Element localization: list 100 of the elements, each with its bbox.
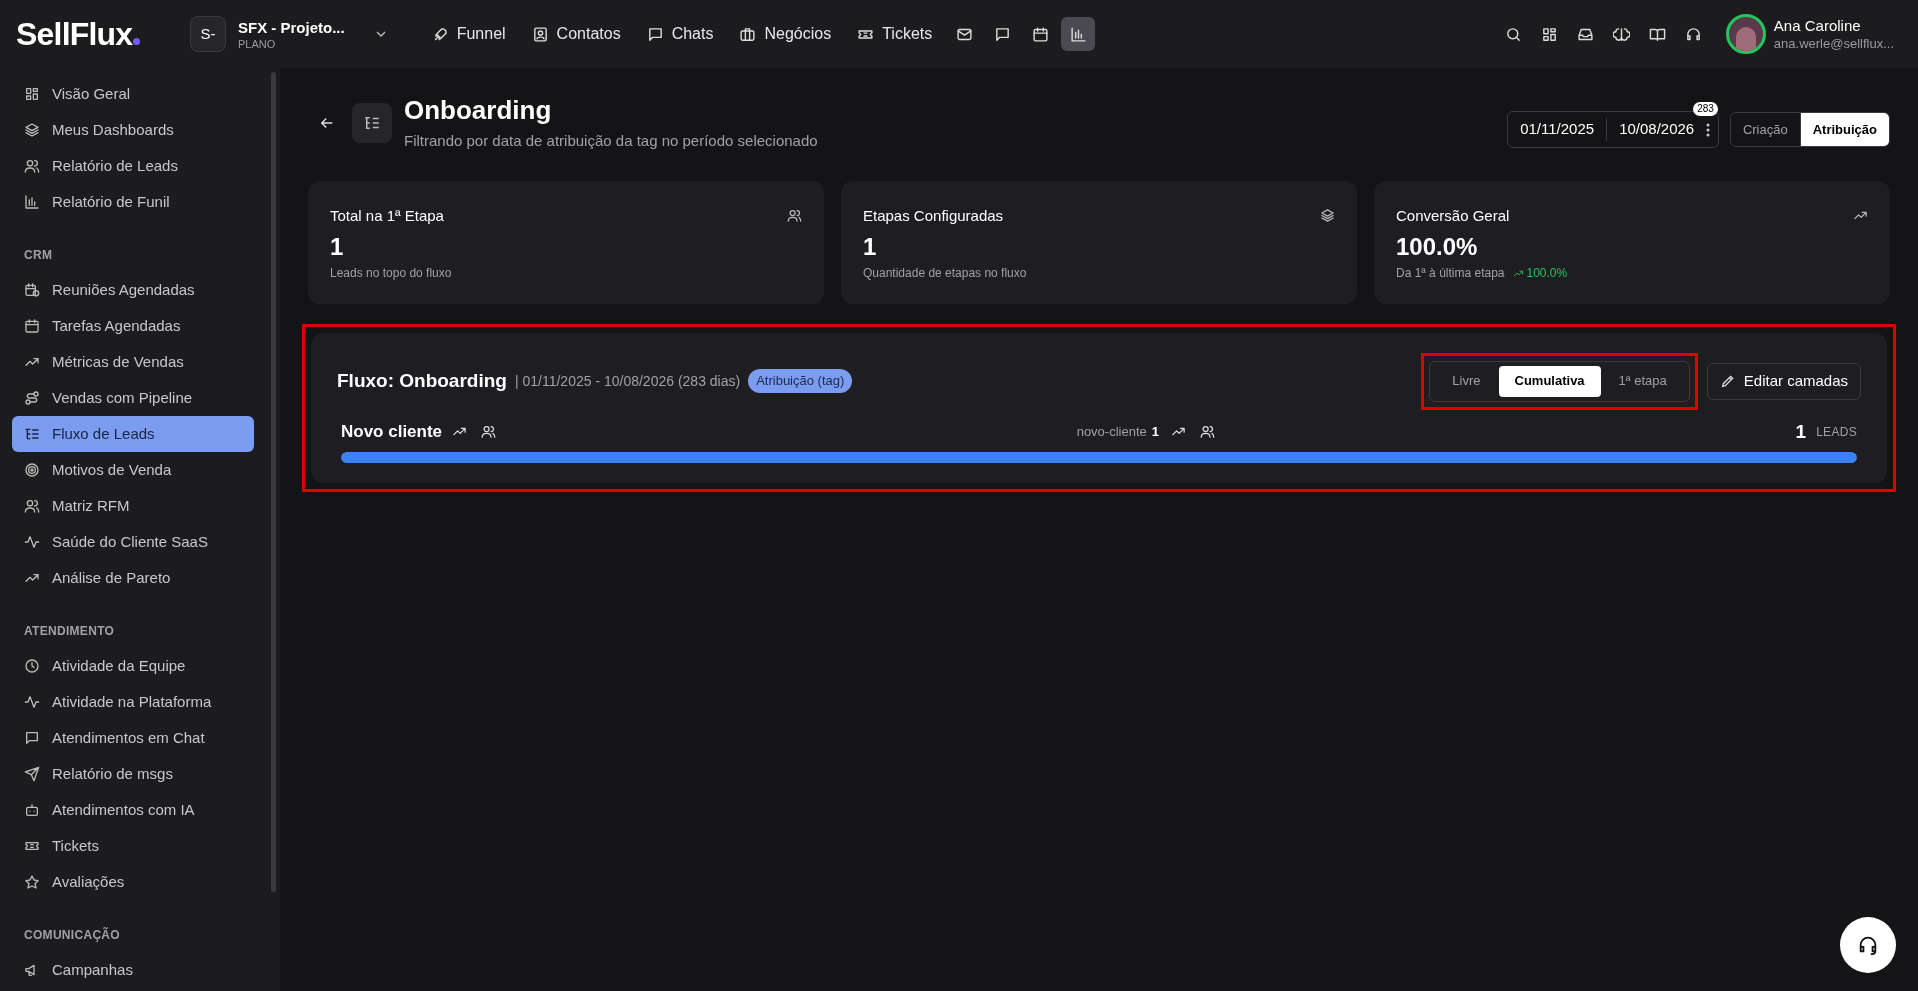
sidebar-item[interactable]: Avaliações [12, 864, 254, 900]
page-title: Onboarding [404, 94, 553, 126]
stat-title: Etapas Configuradas [863, 205, 1004, 226]
calendar-icon [24, 318, 40, 334]
target-icon [24, 462, 40, 478]
tag-count: 1 [1151, 423, 1159, 441]
scrollbar[interactable] [271, 72, 276, 892]
section-heading: ATENDIMENTO [23, 623, 116, 640]
users-icon [24, 498, 40, 514]
bar-chart-icon [1069, 25, 1087, 43]
nav-link[interactable]: Chats [635, 16, 725, 52]
nav-link[interactable]: Negócios [728, 16, 843, 52]
flow-badge: Atribuição (tag) [748, 369, 853, 393]
stage-name: Novo cliente [341, 421, 443, 443]
logo[interactable]: SellFlux [16, 10, 166, 58]
route-icon [24, 390, 40, 406]
layers-icon [1320, 208, 1335, 224]
nav-link[interactable]: Funnel [420, 16, 517, 52]
sidebar-item[interactable]: Atividade na Plataforma [12, 684, 254, 720]
sidebar-item[interactable]: Meus Dashboards [12, 112, 254, 148]
mode-tab[interactable]: Criação [1730, 113, 1801, 146]
sidebar-item[interactable]: Matriz RFM [12, 488, 254, 524]
layers-icon [24, 122, 40, 138]
section-heading: COMUNICAÇÃO [23, 926, 121, 944]
view-toggle-option[interactable]: 1ª etapa [1600, 365, 1685, 397]
stat-caption: Leads no topo do fluxo [330, 265, 452, 282]
sidebar-item[interactable]: Relatório de msgs [12, 756, 254, 792]
grid-icon [24, 86, 40, 102]
pencil-icon [1719, 373, 1736, 389]
sidebar-item[interactable]: Atividade da Equipe [12, 648, 254, 684]
search-icon[interactable] [1504, 25, 1522, 43]
calendar-clock-icon [24, 282, 40, 298]
support-button[interactable] [1840, 917, 1896, 973]
stat-value: 100.0% [1396, 233, 1479, 261]
star-icon [24, 874, 40, 890]
sidebar-item[interactable]: Métricas de Vendas [12, 344, 254, 380]
contact-card-icon [531, 25, 549, 43]
workspace-plan: PLANO [238, 38, 277, 50]
user-avatar[interactable] [1725, 14, 1766, 54]
lead-unit: LEADS [1816, 423, 1857, 441]
calendar-icon [1031, 25, 1049, 43]
stat-caption: Quantidade de etapas no fluxo [863, 265, 1027, 282]
chat-bubble-icon [993, 25, 1011, 43]
chat-bubble-icon [24, 730, 40, 746]
view-toggle-option[interactable]: Livre [1434, 365, 1499, 397]
users-icon[interactable] [1200, 424, 1215, 440]
sidebar-item[interactable]: Atendimentos com IA [12, 792, 254, 828]
days-badge: 283 [1693, 102, 1718, 116]
edit-layers-button[interactable]: Editar camadas [1706, 362, 1861, 400]
sidebar-item[interactable]: Motivos de Venda [12, 452, 254, 488]
sidebar-item[interactable]: Campanhas [12, 952, 254, 988]
users-icon[interactable] [481, 424, 497, 440]
sidebar-item[interactable]: Saúde do Cliente SaaS [12, 524, 254, 560]
clock-icon [24, 658, 40, 674]
kebab-menu-icon[interactable] [1706, 122, 1711, 137]
users-icon [24, 158, 40, 174]
brain-icon[interactable] [1612, 25, 1630, 43]
headset-icon [1857, 934, 1879, 956]
workspace-avatar[interactable]: S- [190, 16, 226, 52]
flow-title: Fluxo: Onboarding [337, 368, 507, 393]
user-name: Ana Caroline [1773, 16, 1862, 36]
workspace-name: SFX - Projeto... [238, 18, 345, 38]
users-icon [787, 208, 802, 224]
grid-icon[interactable] [1540, 25, 1558, 43]
list-tree-icon [24, 426, 40, 442]
bar-chart-button[interactable] [1061, 17, 1096, 51]
trend-value: 100.0% [1512, 264, 1568, 282]
sidebar-item[interactable]: Relatório de Funil [12, 184, 254, 220]
nav-link[interactable]: Tickets [846, 16, 944, 52]
stat-title: Total na 1ª Etapa [330, 205, 444, 226]
sidebar-item[interactable]: Visão Geral [12, 76, 254, 112]
mode-tab[interactable]: Atribuição [1800, 113, 1889, 146]
send-icon [24, 766, 40, 782]
sidebar-item[interactable]: Tarefas Agendadas [12, 308, 254, 344]
flow-icon [352, 103, 392, 143]
sidebar-item[interactable]: Tickets [12, 828, 254, 864]
sidebar-item[interactable]: Vendas com Pipeline [12, 380, 254, 416]
pulse-icon [24, 694, 40, 710]
robot-icon [24, 802, 40, 818]
nav-link[interactable]: Contatos [520, 16, 632, 52]
chat-bubble-icon [646, 25, 664, 43]
sidebar-item[interactable]: Fluxo de Leads [12, 416, 254, 452]
page-subtitle: Filtrando por data de atribuição da tag no período selecionado [404, 131, 818, 151]
sidebar-item[interactable]: Relatório de Leads [12, 148, 254, 184]
date-range-field[interactable]: 01/11/2025 10/08/2026 [1507, 111, 1720, 148]
bar-chart-icon [24, 194, 40, 210]
stat-value: 1 [863, 233, 878, 261]
headset-icon[interactable] [1684, 25, 1702, 43]
sidebar-item[interactable]: Análise de Pareto [12, 560, 254, 596]
stat-title: Conversão Geral [1396, 205, 1510, 226]
sidebar-item[interactable]: Atendimentos em Chat [12, 720, 254, 756]
lead-count: 1 [1795, 419, 1807, 444]
section-heading: CRM [23, 247, 54, 264]
stage-tag: novo-cliente [1076, 422, 1147, 442]
view-toggle-option[interactable]: Cumulativa [1498, 365, 1601, 397]
briefcase-icon [739, 25, 757, 43]
stat-caption: Da 1ª à última etapa [1396, 265, 1505, 282]
flow-period: | 01/11/2025 - 10/08/2026 (283 dias) [514, 371, 741, 391]
sidebar-item[interactable]: Reuniões Agendadas [12, 272, 254, 308]
pulse-icon [24, 534, 40, 550]
